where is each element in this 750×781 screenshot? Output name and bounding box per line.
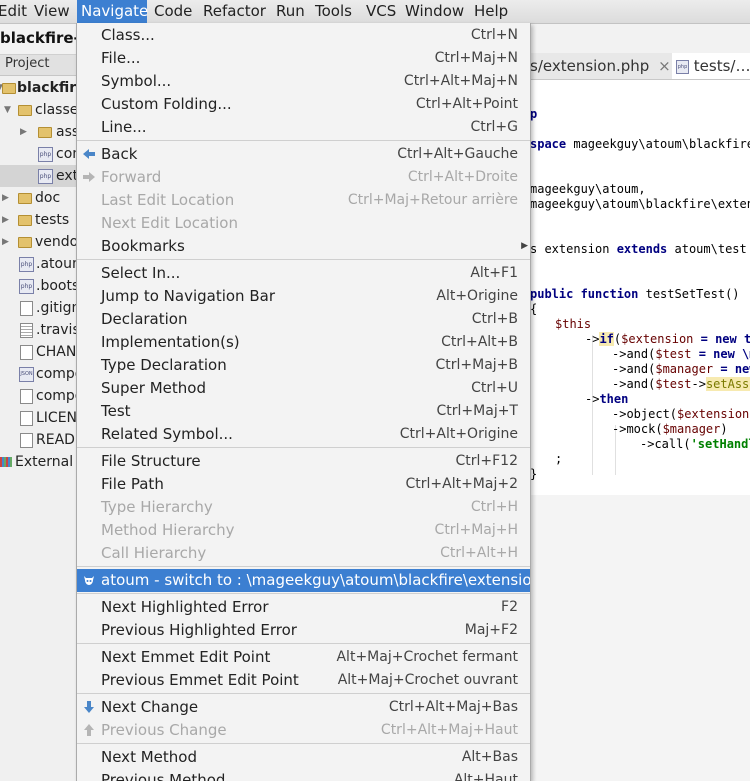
menu-item-symbol[interactable]: Symbol... Ctrl+Alt+Maj+N [77,70,530,93]
editor-empty-area [530,495,750,781]
menu-window[interactable]: Window [401,0,468,23]
tab-tests[interactable]: php tests/…/ [672,53,750,79]
tree-item[interactable]: JSON composer [0,363,105,385]
menu-item-file-path[interactable]: File Path Ctrl+Alt+Maj+2 [77,473,530,496]
menu-navigate[interactable]: Navigate [77,0,148,23]
folder-icon [18,193,32,204]
tree-item[interactable]: php .atoum [0,253,86,275]
folder-icon [2,83,16,94]
php-file-icon: php [38,147,53,162]
menu-item-file-structure[interactable]: File Structure Ctrl+F12 [77,450,530,473]
menu-item-forward[interactable]: Forward Ctrl+Alt+Droite [77,166,530,189]
tab-extension-php[interactable]: s/extension.php × [530,53,671,79]
tree-item[interactable]: ▶ vendor [0,231,84,253]
menu-vcs[interactable]: VCS [362,0,400,23]
menu-item-declaration[interactable]: Declaration Ctrl+B [77,308,530,331]
forward-arrow-icon [83,172,95,182]
menu-item-related-symbol[interactable]: Related Symbol... Ctrl+Alt+Origine [77,423,530,446]
libraries-icon [0,457,12,467]
file-icon [20,433,33,448]
tree-item[interactable]: ▶ tests [0,209,76,231]
tree-item[interactable]: README [0,429,96,451]
tree-item[interactable]: ▶ assets [0,121,101,143]
menu-refactor[interactable]: Refactor [199,0,270,23]
php-file-icon: php [38,169,53,184]
file-icon [20,301,33,316]
menu-item-line[interactable]: Line... Ctrl+G [77,116,530,139]
menu-item-next-method[interactable]: Next Method Alt+Bas [77,746,530,769]
menu-item-type-declaration[interactable]: Type Declaration Ctrl+Maj+B [77,354,530,377]
menu-item-previous-emmet-edit-point[interactable]: Previous Emmet Edit Point Alt+Maj+Crochet… [77,669,530,692]
menu-item-implementations[interactable]: Implementation(s) Ctrl+Alt+B [77,331,530,354]
menu-item-bookmarks[interactable]: Bookmarks ▶ [77,235,530,258]
menu-item-back[interactable]: Back Ctrl+Alt+Gauche [77,143,530,166]
menu-tools[interactable]: Tools [311,0,356,23]
menu-item-next-highlighted-error[interactable]: Next Highlighted Error F2 [77,596,530,619]
file-icon [20,411,33,426]
menu-item-next-change[interactable]: Next Change Ctrl+Alt+Maj+Bas [77,696,530,719]
php-file-icon: php [19,257,34,272]
menu-edit[interactable]: Edit [0,0,31,23]
atoum-icon [84,576,94,585]
menu-help[interactable]: Help [470,0,512,23]
menu-item-method-hierarchy[interactable]: Method Hierarchy Ctrl+Maj+H [77,519,530,542]
folder-icon [18,105,32,116]
menu-item-jump-to-navigation-bar[interactable]: Jump to Navigation Bar Alt+Origine [77,285,530,308]
project-panel: Project ▼ blackfire ▼ classes ▶ assets p… [0,55,149,781]
tree-item[interactable]: .gitignore [0,297,103,319]
menu-item-next-emmet-edit-point[interactable]: Next Emmet Edit Point Alt+Maj+Crochet fer… [77,646,530,669]
folder-icon [18,215,32,226]
tree-item[interactable]: CHANGELOG [0,341,125,363]
menu-item-previous-highlighted-error[interactable]: Previous Highlighted Error Maj+F2 [77,619,530,642]
tree-item[interactable]: .travis [0,319,80,341]
php-file-icon: php [676,59,689,74]
submenu-arrow-icon: ▶ [521,241,528,251]
menu-item-previous-method[interactable]: Previous Method Alt+Haut [77,769,530,781]
editor-tabs: s/extension.php × php tests/…/ [530,53,750,80]
menu-item-type-hierarchy[interactable]: Type Hierarchy Ctrl+H [77,496,530,519]
tree-item[interactable]: ▼ blackfire [0,77,86,99]
tree-item[interactable]: ▼ classes [0,99,86,121]
navigate-menu: Class... Ctrl+N File... Ctrl+Maj+N Symbol.… [76,23,531,781]
menu-item-last-edit-location[interactable]: Last Edit Location Ctrl+Maj+Retour arrièr… [77,189,530,212]
tree-item[interactable]: composer [0,385,105,407]
json-file-icon: JSON [19,367,34,382]
project-panel-title[interactable]: Project [5,56,49,71]
menu-run[interactable]: Run [272,0,309,23]
tree-item[interactable]: External Libraries [0,451,138,473]
close-tab-icon[interactable]: × [658,57,671,75]
tree-item-selected[interactable]: php extension [0,165,124,187]
menu-item-next-edit-location[interactable]: Next Edit Location [77,212,530,235]
menu-bar: Edit View Navigate Code Refactor Run Too… [0,0,750,24]
menu-item-atoum-switch[interactable]: atoum - switch to : \mageekguy\atoum\bla… [77,569,530,592]
menu-view[interactable]: View [30,0,74,23]
up-arrow-icon [84,724,94,736]
folder-icon [18,237,32,248]
menu-item-call-hierarchy[interactable]: Call Hierarchy Ctrl+Alt+H [77,542,530,565]
tree-item[interactable]: php .bootstrap [0,275,108,297]
menu-item-custom-folding[interactable]: Custom Folding... Ctrl+Alt+Point [77,93,530,116]
tree-item[interactable]: ▶ doc [0,187,76,209]
tree-item[interactable]: php configuration [0,143,149,165]
tree-item[interactable]: LICENSE [0,407,95,429]
project-panel-header: Project [0,55,76,76]
code-editor[interactable]: p space mageekguy\atoum\blackfire\ magee… [530,80,750,495]
config-file-icon [20,323,33,338]
menu-code[interactable]: Code [150,0,196,23]
down-arrow-icon [84,701,94,713]
back-arrow-icon [83,149,95,159]
php-file-icon: php [19,279,34,294]
menu-item-super-method[interactable]: Super Method Ctrl+U [77,377,530,400]
menu-item-class[interactable]: Class... Ctrl+N [77,24,530,47]
menu-item-previous-change[interactable]: Previous Change Ctrl+Alt+Maj+Haut [77,719,530,742]
menu-item-file[interactable]: File... Ctrl+Maj+N [77,47,530,70]
file-icon [20,389,33,404]
menu-item-test[interactable]: Test Ctrl+Maj+T [77,400,530,423]
folder-icon [38,127,52,138]
file-icon [20,345,33,360]
menu-item-select-in[interactable]: Select In... Alt+F1 [77,262,530,285]
